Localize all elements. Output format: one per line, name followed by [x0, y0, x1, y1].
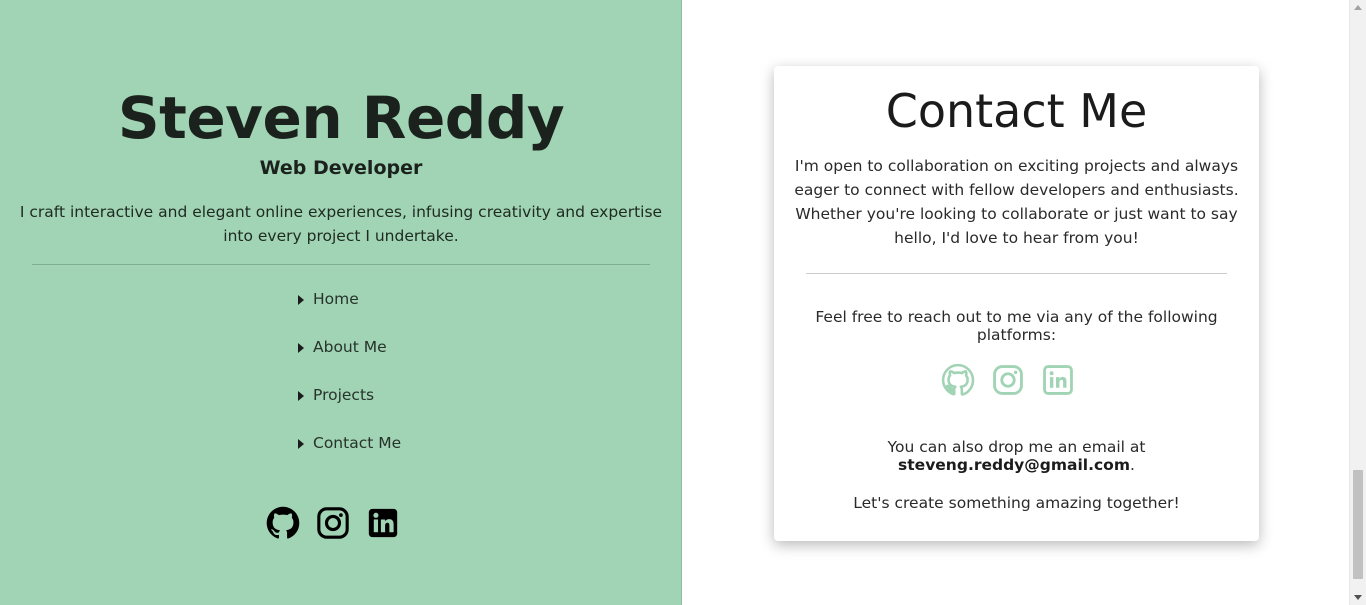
nav-item-home[interactable]: Home — [296, 290, 401, 338]
caret-right-icon — [298, 391, 304, 401]
caret-right-icon — [298, 439, 304, 449]
sidebar-social-links — [266, 506, 400, 540]
profile-name: Steven Reddy — [117, 84, 565, 152]
scrollbar-thumb[interactable] — [1353, 470, 1363, 579]
scroll-up-icon[interactable] — [1354, 5, 1362, 10]
contact-divider — [806, 273, 1227, 274]
page-scrollbar[interactable] — [1349, 0, 1366, 605]
contact-reach-text: Feel free to reach out to me via any of … — [815, 308, 1218, 344]
email-link[interactable]: steveng.reddy@gmail.com — [898, 456, 1130, 474]
nav-item-label: Home — [313, 290, 359, 308]
sidebar-divider — [32, 264, 650, 265]
sidebar: Steven Reddy Web Developer I craft inter… — [0, 0, 682, 605]
sidebar-nav: Home About Me Projects Contact Me — [296, 290, 401, 482]
nav-item-label: Contact Me — [313, 434, 402, 452]
linkedin-icon[interactable] — [1041, 363, 1075, 397]
contact-card: Contact Me I'm open to collaboration on … — [774, 66, 1259, 541]
nav-item-projects[interactable]: Projects — [296, 386, 401, 434]
contact-intro: I'm open to collaboration on exciting pr… — [794, 157, 1239, 247]
nav-item-contact-me[interactable]: Contact Me — [296, 434, 401, 482]
profile-role: Web Developer — [259, 157, 423, 179]
nav-item-about-me[interactable]: About Me — [296, 338, 401, 386]
email-prefix: You can also drop me an email at — [887, 438, 1146, 456]
nav-item-label: Projects — [313, 386, 375, 404]
caret-right-icon — [298, 295, 304, 305]
nav-item-label: About Me — [313, 338, 387, 356]
profile-intro: I craft interactive and elegant online e… — [19, 203, 663, 245]
caret-right-icon — [298, 343, 304, 353]
github-icon[interactable] — [941, 363, 975, 397]
contact-closing: Let's create something amazing together! — [853, 494, 1180, 512]
linkedin-icon[interactable] — [366, 506, 400, 540]
scroll-down-icon[interactable] — [1354, 595, 1362, 600]
contact-social-links — [941, 363, 1075, 397]
contact-email-line: You can also drop me an email at steveng… — [774, 438, 1259, 474]
contact-title: Contact Me — [885, 84, 1148, 138]
github-icon[interactable] — [266, 506, 300, 540]
instagram-icon[interactable] — [316, 506, 350, 540]
instagram-icon[interactable] — [991, 363, 1025, 397]
email-suffix: . — [1130, 456, 1135, 474]
